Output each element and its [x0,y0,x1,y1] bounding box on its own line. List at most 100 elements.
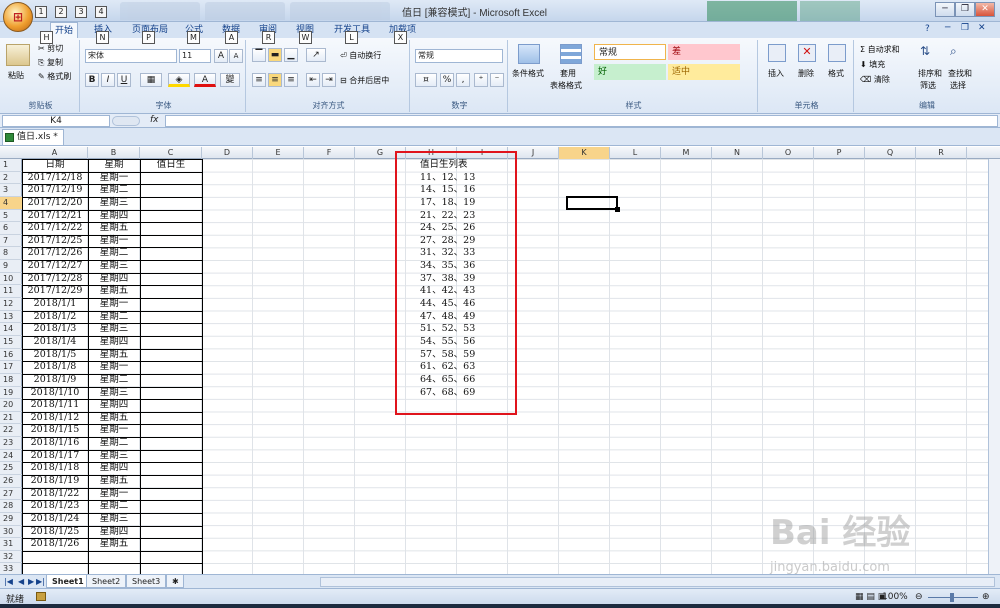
horizontal-scrollbar[interactable] [320,577,995,587]
weekday-cell[interactable]: 星期五 [88,538,140,551]
row-header[interactable]: 16 [0,349,22,362]
font-color-button[interactable]: A [194,73,216,87]
zoom-level[interactable]: 100% [882,592,908,602]
column-header[interactable]: F [304,147,355,159]
column-header[interactable]: A [22,147,88,159]
row-header[interactable]: 3 [0,184,22,197]
row-header[interactable]: 8 [0,247,22,261]
date-cell[interactable]: 2018/1/26 [22,538,88,551]
date-cell[interactable]: 2017/12/26 [22,247,88,260]
date-cell[interactable]: 2018/1/4 [22,336,88,349]
insert-sheet-button[interactable]: ✱ [166,575,184,588]
column-header[interactable]: Q [865,147,916,159]
row-header[interactable]: 5 [0,210,22,223]
vertical-scrollbar[interactable] [988,159,1000,574]
weekday-cell[interactable]: 星期二 [88,374,140,387]
header-weekday[interactable]: 星期 [88,159,140,172]
row-header[interactable]: 7 [0,235,22,248]
weekday-cell[interactable]: 星期二 [88,500,140,513]
document-tab[interactable]: 值日.xls * [2,129,64,145]
paste-button[interactable]: 粘贴 [8,70,24,81]
wrap-text-button[interactable]: ⏎ 自动换行 [340,50,381,61]
weekday-cell[interactable]: 星期二 [88,184,140,197]
format-cells-button[interactable]: 格式 [828,68,844,79]
date-cell[interactable]: 2017/12/22 [22,222,88,235]
row-header[interactable]: 31 [0,538,22,551]
zoom-in-icon[interactable]: ⊕ [982,592,990,602]
number-format-select[interactable]: 常规 [415,49,503,63]
next-sheet-icon[interactable]: ▶ [28,577,34,586]
column-header[interactable]: B [88,147,140,159]
row-header[interactable]: 2 [0,172,22,185]
row-header[interactable]: 13 [0,311,22,324]
date-cell[interactable]: 2018/1/18 [22,462,88,475]
row-header[interactable]: 22 [0,424,22,438]
increase-indent-button[interactable]: ⇥ [322,73,336,87]
date-cell[interactable]: 2017/12/28 [22,273,88,286]
date-cell[interactable]: 2017/12/21 [22,210,88,223]
column-header[interactable]: D [202,147,253,159]
weekday-cell[interactable]: 星期一 [88,298,140,311]
date-cell[interactable]: 2018/1/5 [22,349,88,362]
column-header[interactable]: M [661,147,712,159]
underline-button[interactable]: U [117,73,131,87]
date-cell[interactable]: 2018/1/23 [22,500,88,513]
weekday-cell[interactable]: 星期四 [88,399,140,412]
fill-color-button[interactable]: ◈ [168,73,190,87]
decrease-indent-button[interactable]: ⇤ [306,73,320,87]
align-left-button[interactable]: ≡ [252,73,266,87]
decrease-decimal-button[interactable]: ⁻ [490,73,504,87]
column-header[interactable]: C [140,147,202,159]
date-cell[interactable]: 2018/1/22 [22,488,88,501]
date-cell[interactable]: 2018/1/17 [22,450,88,463]
font-size-select[interactable]: 11 [179,49,211,63]
ribbon-close-button[interactable]: ✕ [978,23,986,33]
row-header[interactable]: 27 [0,488,22,501]
style-normal[interactable]: 常规 [594,44,666,60]
row-header[interactable]: 26 [0,475,22,488]
grow-font-button[interactable]: A [214,49,228,63]
selected-cell-k4[interactable] [566,196,618,210]
date-cell[interactable]: 2018/1/11 [22,399,88,412]
formula-input[interactable] [165,115,998,127]
weekday-cell[interactable]: 星期五 [88,285,140,298]
weekday-cell[interactable]: 星期三 [88,197,140,210]
sheet-tab-sheet1[interactable]: Sheet1 [46,575,90,588]
weekday-cell[interactable]: 星期二 [88,437,140,450]
row-header[interactable]: 29 [0,513,22,526]
row-header[interactable]: 17 [0,361,22,374]
column-header[interactable]: P [814,147,865,159]
tab-home[interactable]: 开始 [50,22,79,38]
percent-button[interactable]: % [440,73,454,87]
font-name-select[interactable]: 宋体 [85,49,177,63]
macro-record-icon[interactable] [36,592,46,601]
sheet-tab-sheet2[interactable]: Sheet2 [86,575,127,588]
ribbon-restore-button[interactable]: ❐ [961,23,969,33]
close-button[interactable]: ✕ [975,2,995,17]
row-header[interactable]: 23 [0,437,22,450]
zoom-out-icon[interactable]: ⊖ [915,592,923,602]
row-header[interactable]: 21 [0,412,22,425]
shrink-font-button[interactable]: A [229,49,243,63]
align-right-button[interactable]: ≡ [284,73,298,87]
office-button[interactable]: ⊞ [3,2,33,32]
orientation-button[interactable]: ↗ [306,48,326,62]
row-header[interactable]: 11 [0,285,22,299]
weekday-cell[interactable]: 星期一 [88,235,140,248]
align-center-button[interactable]: ≡ [268,73,282,87]
column-header[interactable]: N [712,147,763,159]
minimize-button[interactable]: ─ [935,2,955,17]
weekday-cell[interactable]: 星期三 [88,387,140,400]
column-header[interactable]: K [559,147,610,159]
weekday-cell[interactable]: 星期一 [88,424,140,437]
format-painter-button[interactable]: ✎ 格式刷 [38,71,71,82]
weekday-cell[interactable]: 星期三 [88,323,140,336]
weekday-cell[interactable]: 星期二 [88,247,140,260]
date-cell[interactable]: 2018/1/3 [22,323,88,336]
increase-decimal-button[interactable]: ⁺ [474,73,488,87]
italic-button[interactable]: I [101,73,115,87]
last-sheet-icon[interactable]: ▶| [36,577,45,586]
date-cell[interactable]: 2017/12/29 [22,285,88,298]
row-header[interactable]: 18 [0,374,22,387]
expand-icon[interactable] [112,116,140,126]
